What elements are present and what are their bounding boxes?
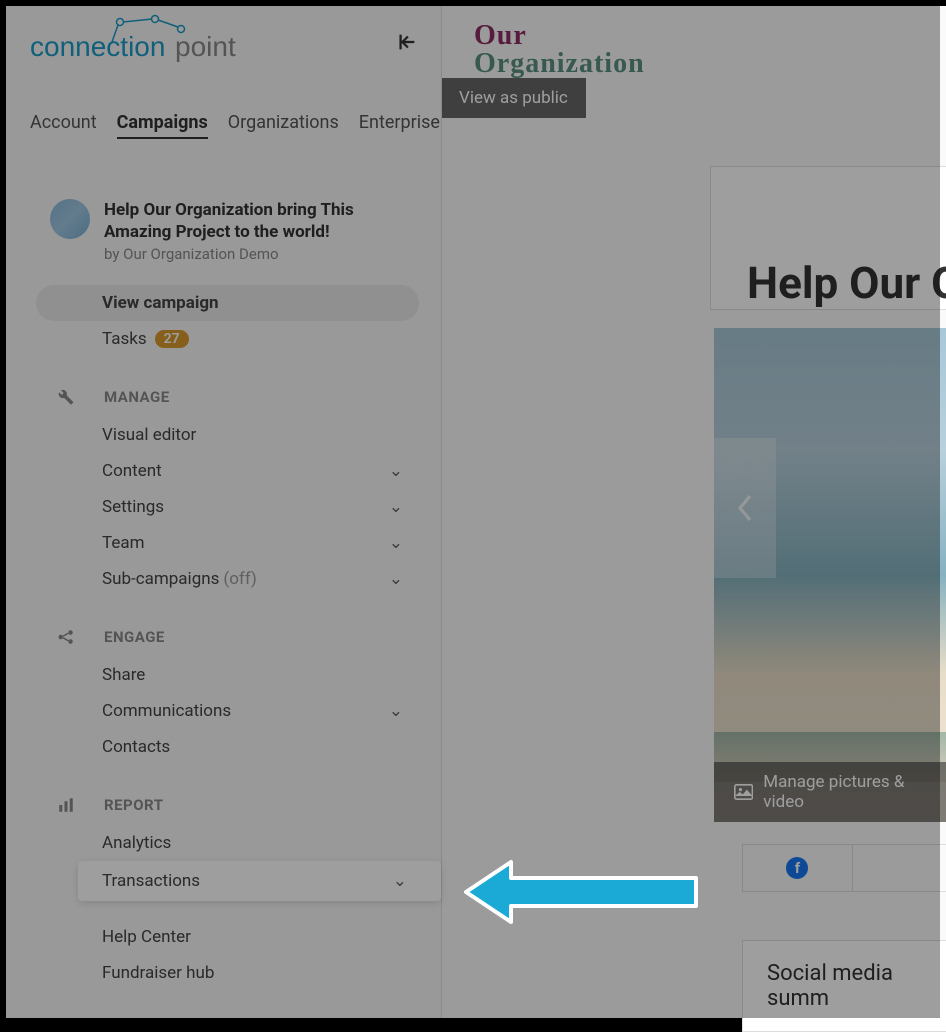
- page-title: Help Our O: [747, 257, 946, 309]
- sidebar-item-visual-editor[interactable]: Visual editor: [6, 417, 441, 453]
- tab-campaigns[interactable]: Campaigns: [117, 112, 208, 139]
- campaign-byline: by Our Organization Demo: [104, 245, 417, 263]
- sidebar-header: connection point: [6, 6, 441, 70]
- svg-text:connection: connection: [30, 31, 165, 62]
- hero-section: Manage pictures & video: [714, 328, 946, 822]
- sidebar-item-content[interactable]: Content ⌄: [6, 453, 441, 489]
- campaign-avatar: [50, 199, 90, 239]
- tab-enterprise[interactable]: Enterprise: [359, 112, 440, 139]
- sidebar-item-sub-campaigns[interactable]: Sub-campaigns (off) ⌄: [6, 561, 441, 597]
- tasks-badge: 27: [155, 330, 189, 348]
- sidebar-tabs: Account Campaigns Organizations Enterpri…: [6, 70, 441, 155]
- facebook-share-button[interactable]: f: [742, 844, 853, 892]
- organization-logo: Our Organization: [474, 22, 946, 78]
- sidebar-item-transactions[interactable]: Transactions ⌄: [78, 861, 441, 901]
- sidebar-item-tasks[interactable]: Tasks 27: [6, 321, 441, 357]
- sidebar-item-share[interactable]: Share: [6, 657, 441, 693]
- chevron-down-icon: ⌄: [393, 871, 407, 891]
- svg-text:point: point: [175, 31, 236, 62]
- wrench-icon: [56, 387, 76, 407]
- chevron-down-icon: ⌄: [389, 701, 403, 721]
- logo: connection point: [30, 14, 250, 70]
- chevron-down-icon: ⌄: [389, 533, 403, 553]
- sidebar-item-label: Help Center: [102, 927, 191, 947]
- tab-account[interactable]: Account: [30, 112, 97, 139]
- chevron-down-icon: ⌄: [389, 497, 403, 517]
- collapse-icon: [396, 31, 418, 53]
- sidebar-item-label: Content: [102, 461, 162, 481]
- sidebar-item-communications[interactable]: Communications ⌄: [6, 693, 441, 729]
- sidebar-item-fundraiser-hub[interactable]: Fundraiser hub: [6, 955, 441, 991]
- sidebar-item-analytics[interactable]: Analytics: [6, 825, 441, 861]
- chevron-down-icon: ⌄: [389, 461, 403, 481]
- sidebar-item-label: View campaign: [102, 293, 219, 313]
- sidebar: connection point Account Campaigns Organ…: [6, 6, 442, 1018]
- sidebar-item-team[interactable]: Team ⌄: [6, 525, 441, 561]
- tab-organizations[interactable]: Organizations: [228, 112, 339, 139]
- sidebar-item-label: Contacts: [102, 737, 170, 757]
- pointer-arrow: [456, 856, 706, 928]
- social-share-row: f: [742, 844, 946, 892]
- sidebar-item-label: Share: [102, 665, 145, 685]
- facebook-icon: f: [786, 857, 808, 879]
- section-header-report: REPORT: [6, 765, 441, 825]
- social-summary-card: Social media summ: [742, 940, 946, 1032]
- sidebar-item-label: Analytics: [102, 833, 171, 853]
- chevron-left-icon: [736, 493, 754, 523]
- campaign-title: Help Our Organization bring This Amazing…: [104, 199, 417, 243]
- sidebar-item-label: Visual editor: [102, 425, 196, 445]
- sidebar-item-view-campaign[interactable]: View campaign: [36, 285, 419, 321]
- section-header-manage: MANAGE: [6, 357, 441, 417]
- sidebar-item-label: Communications: [102, 701, 231, 721]
- sidebar-item-settings[interactable]: Settings ⌄: [6, 489, 441, 525]
- sidebar-item-label: Sub-campaigns: [102, 569, 219, 589]
- prev-image-button[interactable]: [714, 438, 776, 578]
- sidebar-item-label: Fundraiser hub: [102, 963, 214, 983]
- view-as-public-button[interactable]: View as public: [441, 78, 586, 118]
- sidebar-item-contacts[interactable]: Contacts: [6, 729, 441, 765]
- chevron-down-icon: ⌄: [389, 569, 403, 589]
- connectionpoint-logo: connection point: [30, 14, 250, 70]
- sidebar-item-label: Tasks: [102, 329, 147, 349]
- campaign-card: Help Our Organization bring This Amazing…: [6, 155, 441, 285]
- sidebar-item-label: Team: [102, 533, 145, 553]
- sidebar-item-help-center[interactable]: Help Center: [6, 919, 441, 955]
- sidebar-item-label: Settings: [102, 497, 164, 517]
- chart-icon: [56, 795, 76, 815]
- image-icon: [734, 784, 753, 800]
- share-icon: [56, 627, 76, 647]
- collapse-sidebar-button[interactable]: [393, 28, 421, 56]
- social-share-button[interactable]: [853, 844, 946, 892]
- manage-pictures-button[interactable]: Manage pictures & video: [714, 762, 946, 822]
- sidebar-item-label: Transactions: [102, 871, 200, 891]
- section-header-engage: ENGAGE: [6, 597, 441, 657]
